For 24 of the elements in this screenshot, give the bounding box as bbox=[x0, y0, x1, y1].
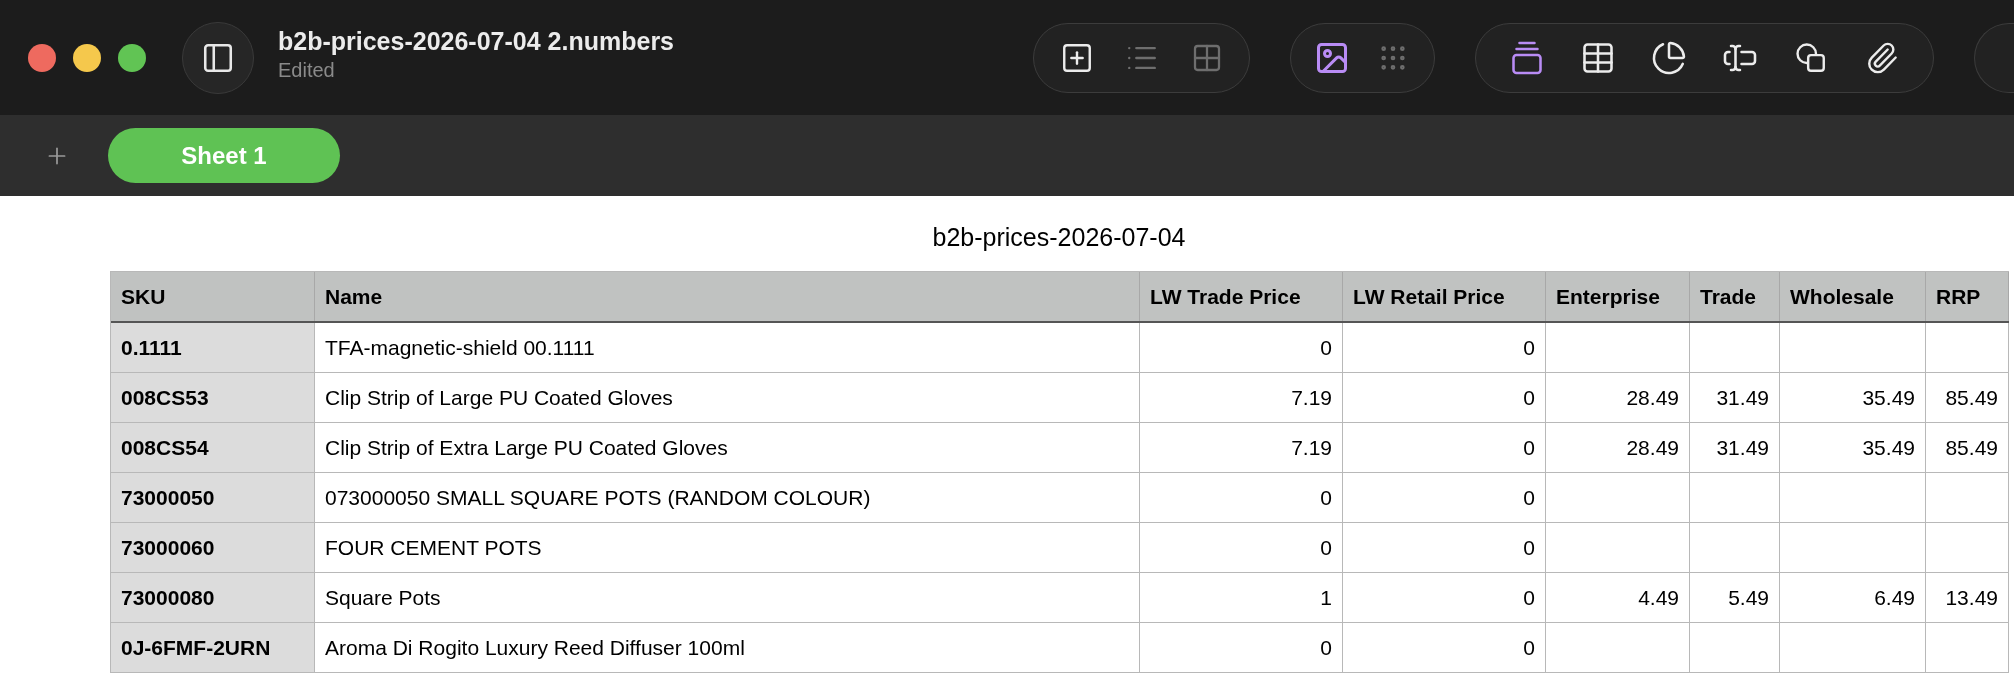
window-title: b2b-prices-2026-07-04 2.numbers bbox=[278, 25, 674, 57]
row-header-cell: 008CS53 bbox=[111, 373, 315, 422]
column-header: Enterprise bbox=[1546, 272, 1690, 321]
row-header-cell: 73000080 bbox=[111, 573, 315, 622]
sheet-tab[interactable]: Sheet 1 bbox=[108, 128, 340, 183]
column-header: Wholesale bbox=[1780, 272, 1926, 321]
row-header-cell: 73000060 bbox=[111, 523, 315, 572]
shapes-icon bbox=[1793, 40, 1828, 75]
column-header: SKU bbox=[111, 272, 315, 321]
column-header: Name bbox=[315, 272, 1140, 321]
column-header: LW Retail Price bbox=[1343, 272, 1546, 321]
row-header-cell: 73000050 bbox=[111, 473, 315, 522]
close-button[interactable] bbox=[28, 43, 56, 72]
column-header: LW Trade Price bbox=[1140, 272, 1343, 321]
row-header-cell: 0J-6FMF-2URN bbox=[111, 623, 315, 672]
row-header-cell: 008CS54 bbox=[111, 423, 315, 472]
minimize-button[interactable] bbox=[73, 43, 101, 72]
column-header: Trade bbox=[1690, 272, 1780, 321]
pie-chart-icon bbox=[1651, 39, 1688, 76]
zoom-button[interactable] bbox=[118, 43, 146, 72]
table-title: b2b-prices-2026-07-04 bbox=[932, 222, 1186, 253]
row-header-cell: 0.1111 bbox=[111, 323, 315, 372]
column-header: RRP bbox=[1926, 272, 2009, 321]
document-status: Edited bbox=[278, 57, 336, 83]
